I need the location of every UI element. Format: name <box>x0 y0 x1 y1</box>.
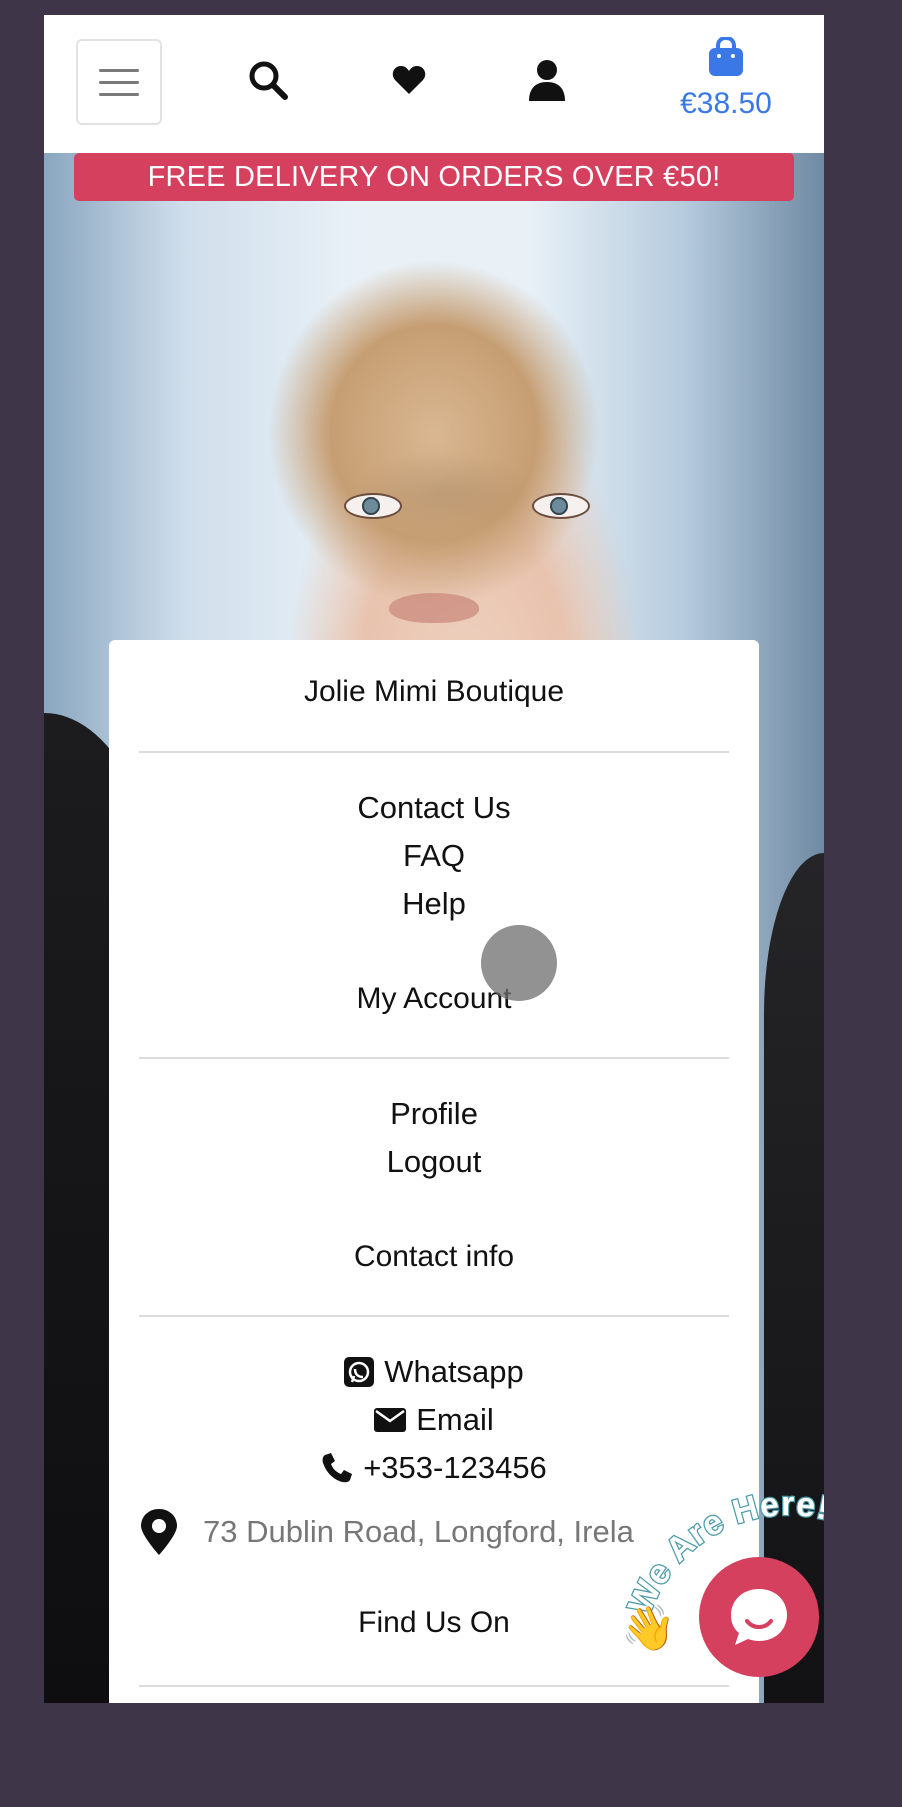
phone-viewport: €38.50 FREE DELIVERY ON ORDERS OVER €50!… <box>44 15 824 1703</box>
logout-link[interactable]: Logout <box>109 1144 759 1180</box>
help-link[interactable]: Help <box>109 886 759 922</box>
cart-link[interactable]: €38.50 <box>666 35 786 137</box>
menu-toggle-button[interactable] <box>76 39 162 125</box>
contact-info-heading: Contact info <box>353 1240 515 1273</box>
brand-heading: Jolie Mimi Boutique <box>303 675 565 708</box>
menu-icon-bar <box>99 80 139 84</box>
menu-icon-bar <box>99 92 139 96</box>
search-icon[interactable] <box>247 59 289 101</box>
whatsapp-link[interactable]: Whatsapp <box>109 1354 759 1390</box>
chat-icon <box>731 1589 787 1645</box>
hero-eye-right <box>532 493 590 519</box>
divider <box>139 1057 729 1059</box>
email-link[interactable]: Email <box>109 1402 759 1438</box>
cart-total: €38.50 <box>680 87 772 120</box>
divider <box>139 751 729 753</box>
profile-link[interactable]: Profile <box>109 1096 759 1132</box>
touch-indicator <box>481 925 557 1001</box>
site-header: €38.50 <box>44 15 824 153</box>
menu-icon-bar <box>99 68 139 72</box>
waving-hand-icon: 👋 <box>621 1603 676 1654</box>
address-text: 73 Dublin Road, Longford, Irela <box>203 1514 634 1549</box>
hero-lips <box>389 593 479 623</box>
chat-open-button[interactable] <box>699 1557 819 1677</box>
divider <box>139 1315 729 1317</box>
whatsapp-label: Whatsapp <box>384 1354 524 1389</box>
map-pin-icon <box>141 1509 177 1555</box>
hero-eye-left <box>344 493 402 519</box>
my-account-heading: My Account <box>356 982 512 1015</box>
heart-icon[interactable] <box>392 65 426 95</box>
phone-label: +353-123456 <box>363 1450 547 1485</box>
faq-link[interactable]: FAQ <box>109 838 759 874</box>
email-label: Email <box>416 1402 494 1437</box>
shopping-bag-icon <box>709 35 743 76</box>
user-icon[interactable] <box>528 59 566 101</box>
contact-us-link[interactable]: Contact Us <box>109 790 759 826</box>
phone-icon <box>322 1453 353 1483</box>
chat-widget[interactable]: We Are Here! 👋 <box>609 1477 824 1697</box>
envelope-icon <box>374 1408 407 1432</box>
whatsapp-icon <box>344 1357 375 1387</box>
free-delivery-banner: FREE DELIVERY ON ORDERS OVER €50! <box>74 153 794 201</box>
